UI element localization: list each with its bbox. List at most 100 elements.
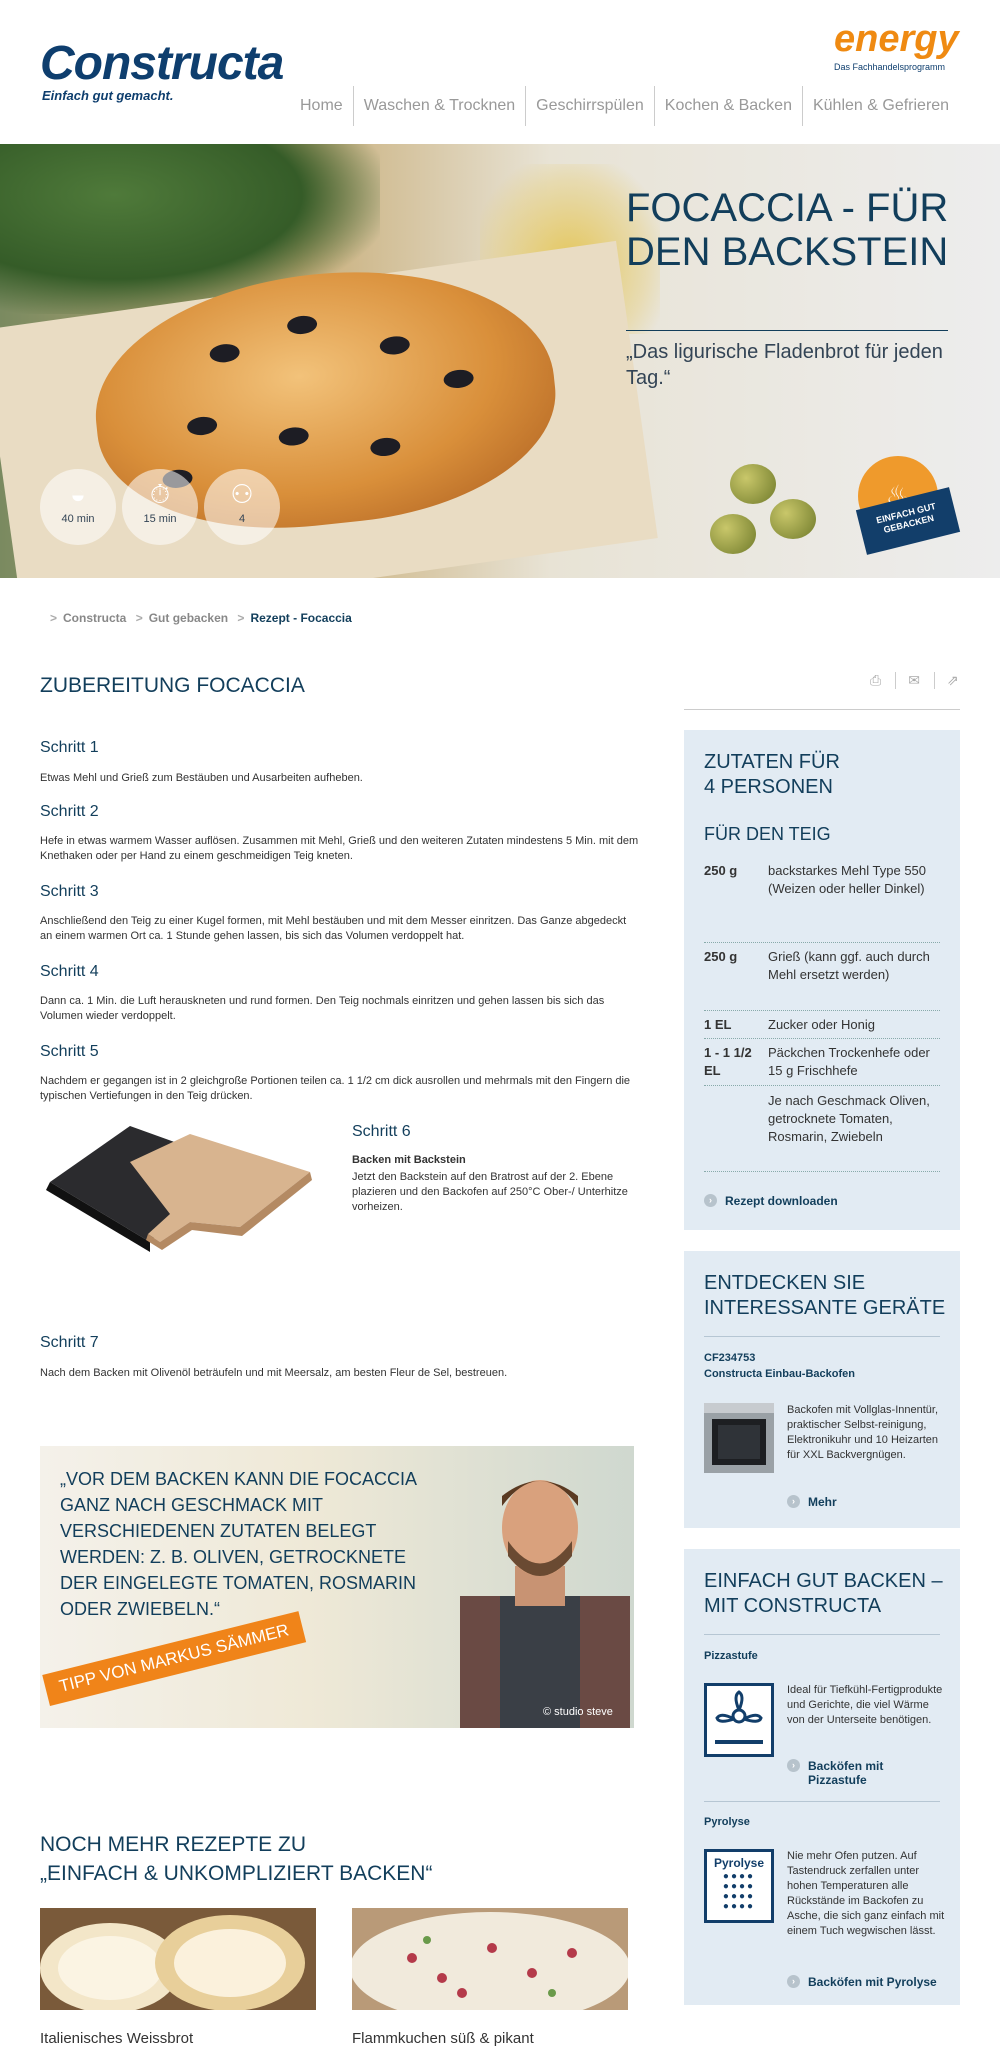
ingredient-row: 1 - 1 1/2 EL Päckchen Trockenhefe oder 1… xyxy=(704,1044,940,1086)
devices-title-line1: ENTDECKEN SIE xyxy=(704,1272,866,1294)
device-more-link[interactable]: › Mehr xyxy=(787,1495,837,1509)
persons-label: 4 xyxy=(238,513,246,525)
device-description: Backofen mit Vollglas-Innentür, praktisc… xyxy=(787,1404,939,1461)
ingredient-quantity: 1 EL xyxy=(704,1017,732,1032)
breadcrumb-separator: > xyxy=(135,611,143,625)
logo-tagline: Einfach gut gemacht. xyxy=(42,88,174,103)
hero-divider xyxy=(626,330,948,331)
mail-icon[interactable]: ✉ xyxy=(895,672,920,689)
prep-time-label: 40 min xyxy=(61,513,95,525)
energy-logo[interactable]: energy xyxy=(834,18,959,61)
stopwatch-icon: ⏱ xyxy=(149,479,171,509)
pizzastufe-link[interactable]: › Backöfen mit Pizzastufe xyxy=(787,1759,937,1787)
photo-credit: © studio steve xyxy=(543,1706,613,1718)
baking-features-title-line2: MIT CONSTRUCTA xyxy=(704,1595,882,1617)
pizzastufe-icon xyxy=(704,1683,774,1757)
page-title: ZUBEREITUNG FOCACCIA xyxy=(40,674,305,697)
step-6-subheading: Backen mit Backstein xyxy=(352,1154,466,1166)
step-2-text: Hefe in etwas warmem Wasser auflösen. Zu… xyxy=(40,835,639,862)
share-icon[interactable]: ⇗ xyxy=(933,672,959,689)
ingredient-quantity: 1 - 1 1/2 EL xyxy=(704,1045,752,1078)
step-3-text: Anschließend den Teig zu einer Kugel for… xyxy=(40,915,627,942)
step-1-heading: Schritt 1 xyxy=(40,739,99,756)
pyrolyse-description: Nie mehr Ofen putzen. Auf Tastendruck ze… xyxy=(787,1850,945,1937)
ingredient-quantity xyxy=(704,1092,768,1171)
oven-image[interactable] xyxy=(704,1403,774,1473)
nav-waschen-trocknen[interactable]: Waschen & Trocknen xyxy=(352,86,525,126)
bake-time-label: 15 min xyxy=(143,513,177,525)
devices-title-line2: INTERESSANTE GERÄTE xyxy=(704,1297,946,1319)
breadcrumb-separator: > xyxy=(50,611,58,625)
breadcrumb-separator: > xyxy=(237,611,245,625)
arrow-right-icon: › xyxy=(787,1759,800,1772)
pyrolyse-icon: Pyrolyse ●●●● ●●●● ●●●● ●●●● xyxy=(704,1849,774,1923)
ingredients-title: ZUTATEN FÜR 4 PERSONEN xyxy=(704,750,840,800)
recipe-title-flammkuchen[interactable]: Flammkuchen süß & pikant xyxy=(352,2030,534,2046)
pizzastufe-link-label: Backöfen mit Pizzastufe xyxy=(808,1759,884,1787)
nav-home[interactable]: Home xyxy=(290,86,353,126)
step-6-heading: Schritt 6 xyxy=(352,1123,411,1140)
pizzastufe-title: Pizzastufe xyxy=(704,1650,758,1662)
ingredient-name: backstarkes Mehl Type 550 (Weizen oder h… xyxy=(768,863,927,896)
ingredient-name: Päckchen Trockenhefe oder 15 g Frischhef… xyxy=(768,1045,930,1078)
breadcrumb-current: Rezept - Focaccia xyxy=(250,611,352,625)
chef-tip-ribbon: TIPP VON MARKUS SÄMMER xyxy=(42,1611,307,1706)
step-1-text: Etwas Mehl und Grieß zum Bestäuben und A… xyxy=(40,772,363,784)
step-5-text: Nachdem er gegangen ist in 2 gleichgroße… xyxy=(40,1075,631,1102)
main-navigation: Home Waschen & Trocknen Geschirrspülen K… xyxy=(290,86,959,126)
nav-geschirrspuelen[interactable]: Geschirrspülen xyxy=(525,86,654,126)
ingredient-row: 250 g Grieß (kann ggf. auch durch Mehl e… xyxy=(704,948,940,1011)
ingredient-name: Grieß (kann ggf. auch durch Mehl ersetzt… xyxy=(768,949,930,982)
arrow-right-icon: › xyxy=(787,1495,800,1508)
devices-box: ENTDECKEN SIE INTERESSANTE GERÄTE CF2347… xyxy=(684,1251,960,1528)
ingredient-name: Je nach Geschmack Oliven, getrocknete To… xyxy=(768,1093,930,1144)
baking-features-box: EINFACH GUT BACKEN – MIT CONSTRUCTA Pizz… xyxy=(684,1549,960,2005)
ingredient-row: Je nach Geschmack Oliven, getrocknete To… xyxy=(704,1092,940,1172)
baking-tray-image xyxy=(46,1126,312,1252)
ingredient-row: 250 g backstarkes Mehl Type 550 (Weizen … xyxy=(704,862,940,943)
constructa-logo[interactable]: Constructa xyxy=(40,36,284,91)
ingredients-title-line2: 4 PERSONEN xyxy=(704,776,833,798)
pyrolyse-link[interactable]: › Backöfen mit Pyrolyse xyxy=(787,1975,937,1989)
device-name[interactable]: Constructa Einbau-Backofen xyxy=(704,1367,855,1382)
breadcrumb: > Constructa > Gut gebacken > Rezept - Foca… xyxy=(44,611,352,625)
nav-kochen-backen[interactable]: Kochen & Backen xyxy=(653,86,802,126)
recipe-image-flammkuchen[interactable] xyxy=(352,1908,628,2010)
dots-grid: ●●●● ●●●● ●●●● ●●●● xyxy=(722,1871,756,1912)
pyrolyse-icon-label: Pyrolyse xyxy=(713,1856,765,1870)
baking-features-divider xyxy=(704,1801,940,1802)
energy-logo-subtitle: Das Fachhandelsprogramm xyxy=(834,62,946,72)
chef-quote: „VOR DEM BACKEN KANN DIE FOCACCIA GANZ N… xyxy=(60,1469,417,1619)
recipe-image-weissbrot[interactable] xyxy=(40,1908,316,2010)
baking-features-title-line1: EINFACH GUT BACKEN – xyxy=(704,1570,943,1592)
hero-subtitle: „Das ligurische Fladenbrot für jeden Tag… xyxy=(626,341,943,389)
breadcrumb-gut-gebacken[interactable]: Gut gebacken xyxy=(149,611,228,625)
recipe-title-weissbrot[interactable]: Italienisches Weissbrot xyxy=(40,2030,193,2046)
print-icon[interactable]: ⎙ xyxy=(870,672,881,689)
arrow-right-icon: › xyxy=(787,1975,800,1988)
step-5-heading: Schritt 5 xyxy=(40,1043,99,1060)
recipe-download-label: Rezept downloaden xyxy=(725,1194,838,1208)
arrow-right-icon: › xyxy=(704,1194,717,1207)
chef-photo xyxy=(460,1480,630,1728)
hero-title: FOCACCIA - FÜR DEN BACKSTEIN xyxy=(626,186,949,274)
step-7-text: Nach dem Backen mit Olivenöl beträufeln … xyxy=(40,1367,508,1379)
prep-time-badge: ◒ 40 min xyxy=(40,469,116,545)
persons-icon: ⚇ xyxy=(230,479,254,509)
ingredient-quantity: 250 g xyxy=(704,949,738,964)
pyrolyse-title: Pyrolyse xyxy=(704,1816,750,1828)
baking-features-title: EINFACH GUT BACKEN – MIT CONSTRUCTA xyxy=(704,1569,943,1619)
step-7-heading: Schritt 7 xyxy=(40,1334,99,1351)
ingredients-box: ZUTATEN FÜR 4 PERSONEN FÜR DEN TEIG 250 … xyxy=(684,730,960,1230)
step-2-heading: Schritt 2 xyxy=(40,803,99,820)
ingredients-title-line1: ZUTATEN FÜR xyxy=(704,751,840,773)
devices-title: ENTDECKEN SIE INTERESSANTE GERÄTE xyxy=(704,1271,945,1321)
nav-kuehlen-gefrieren[interactable]: Kühlen & Gefrieren xyxy=(801,86,959,126)
recipe-download-link[interactable]: › Rezept downloaden xyxy=(704,1194,838,1208)
devices-divider xyxy=(704,1336,940,1337)
breadcrumb-constructa[interactable]: Constructa xyxy=(63,611,126,625)
ingredient-quantity: 250 g xyxy=(704,863,738,878)
step-4-heading: Schritt 4 xyxy=(40,963,99,980)
sidebar-divider xyxy=(684,709,960,710)
chef-tip-panel: „VOR DEM BACKEN KANN DIE FOCACCIA GANZ N… xyxy=(40,1446,634,1728)
